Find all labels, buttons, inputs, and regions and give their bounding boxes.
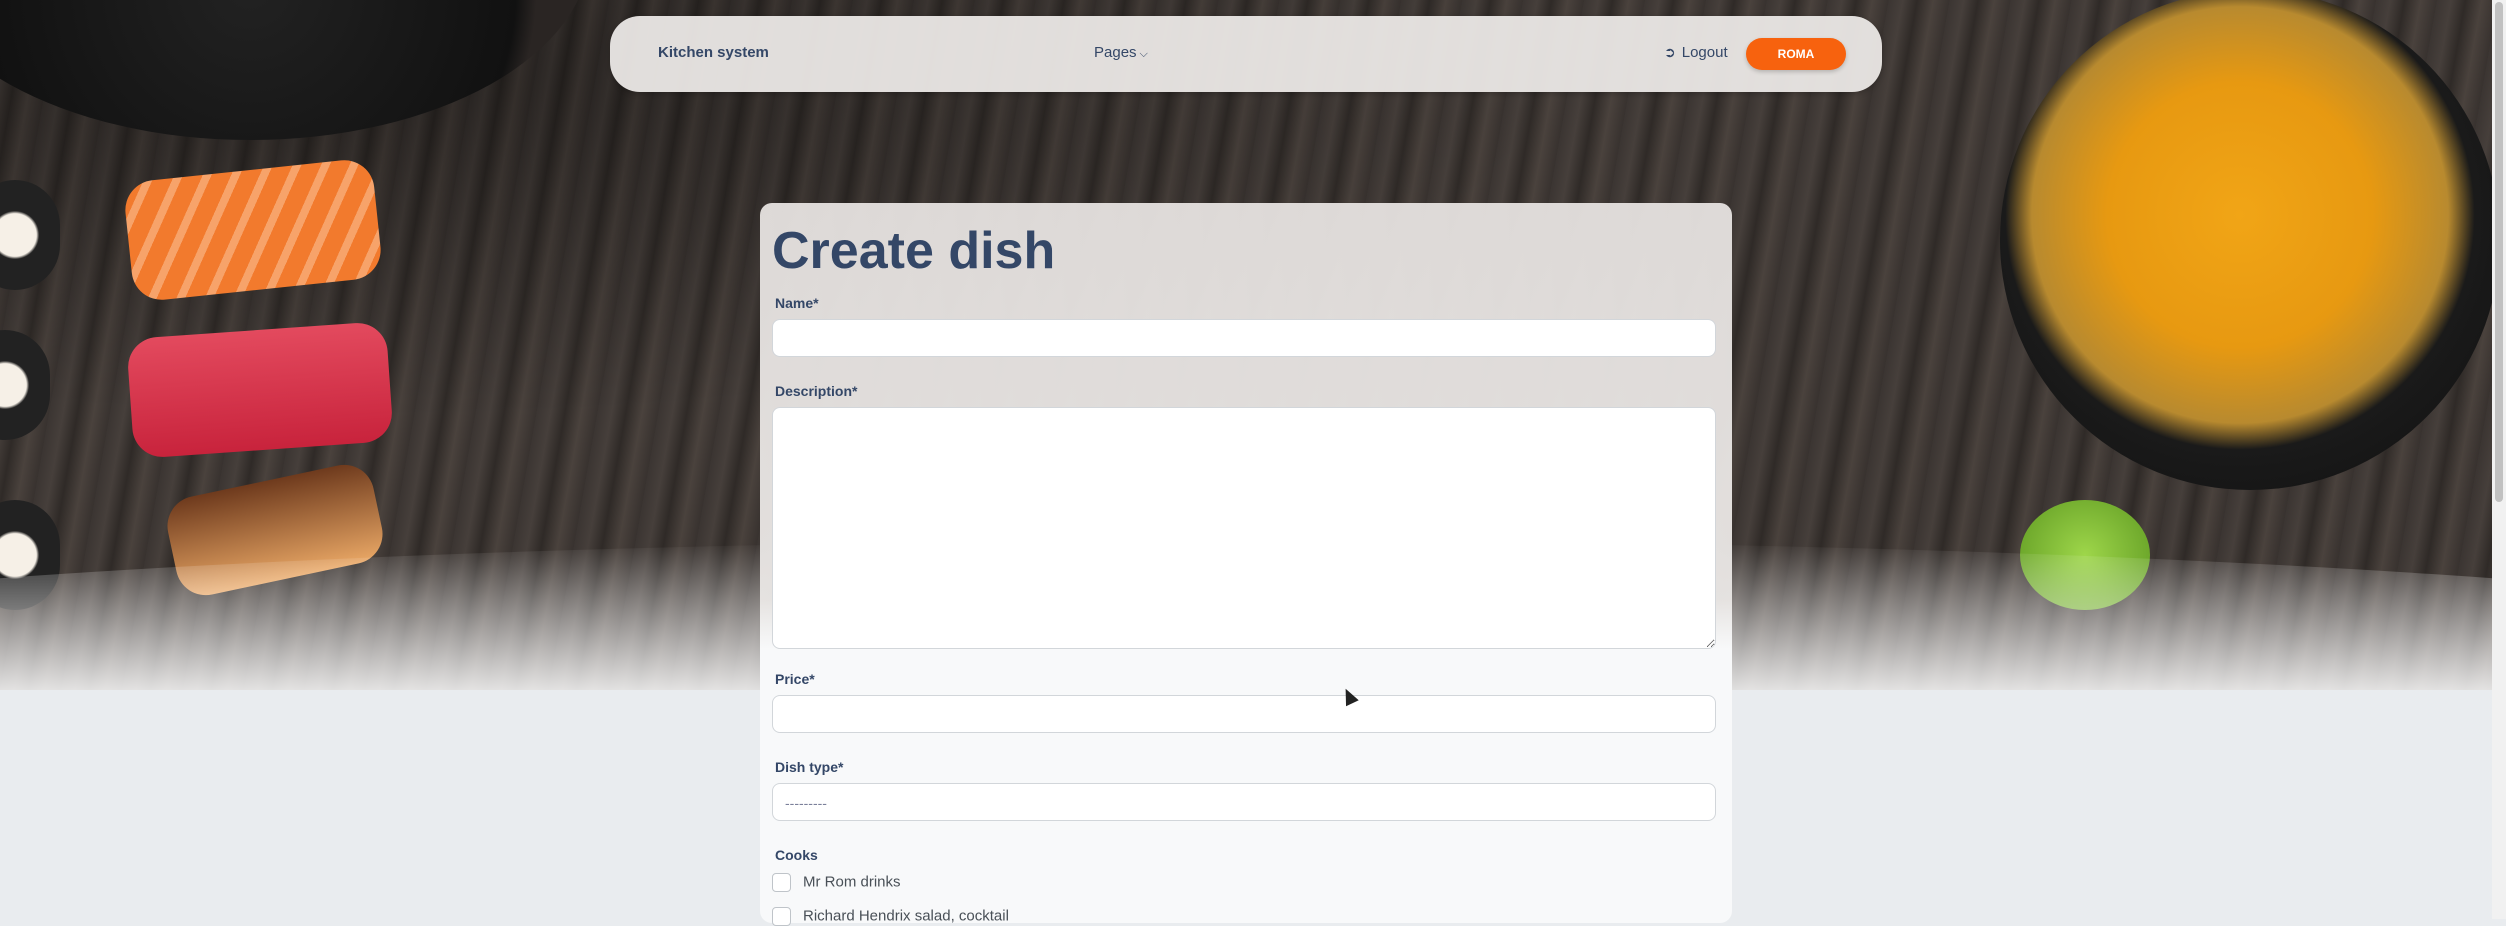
dish-type-label: Dish type* (775, 759, 844, 775)
brand-link[interactable]: Kitchen system (658, 44, 769, 61)
pages-label: Pages (1094, 44, 1137, 61)
miso-soup-bowl-image (2000, 0, 2500, 490)
cook-option-label: Richard Hendrix salad, cocktail (803, 907, 1009, 925)
description-textarea[interactable] (772, 407, 1716, 649)
dish-type-select[interactable]: --------- (772, 783, 1716, 821)
user-button[interactable]: ROMA (1746, 38, 1846, 70)
logout-label: Logout (1681, 44, 1728, 61)
logout-link[interactable]: ➲ Logout (1664, 44, 1728, 61)
price-input[interactable] (772, 695, 1716, 733)
price-label: Price* (775, 671, 815, 687)
name-label: Name* (775, 295, 819, 311)
name-input[interactable] (772, 319, 1716, 357)
create-dish-form: Create dish Name* Description* Price* Di… (760, 203, 1732, 926)
plate-image (0, 0, 590, 140)
page-scrollbar[interactable] (2492, 0, 2506, 919)
wasabi-image (2020, 500, 2150, 610)
top-navbar: Kitchen system Pages ⌵ ➲ Logout ROMA (610, 16, 1882, 92)
page-title: Create dish (772, 222, 1056, 280)
cook-option-label: Mr Rom drinks (803, 873, 901, 891)
checkbox[interactable] (772, 907, 791, 926)
maki-roll-image (0, 500, 60, 610)
salmon-nigiri-image (122, 157, 384, 303)
scrollbar-thumb[interactable] (2495, 2, 2503, 502)
checkbox[interactable] (772, 873, 791, 892)
maki-roll-image (0, 330, 50, 440)
cook-option[interactable]: Mr Rom drinks (772, 873, 901, 892)
description-label: Description* (775, 383, 858, 399)
logout-icon: ➲ (1664, 44, 1676, 60)
maki-roll-image (0, 180, 60, 290)
cook-option[interactable]: Richard Hendrix salad, cocktail (772, 907, 1009, 926)
eel-nigiri-image (161, 459, 389, 601)
cooks-label: Cooks (775, 847, 818, 863)
tuna-nigiri-image (126, 321, 394, 459)
chevron-down-icon: ⌵ (1139, 48, 1148, 60)
pages-dropdown[interactable]: Pages ⌵ (1094, 44, 1148, 61)
